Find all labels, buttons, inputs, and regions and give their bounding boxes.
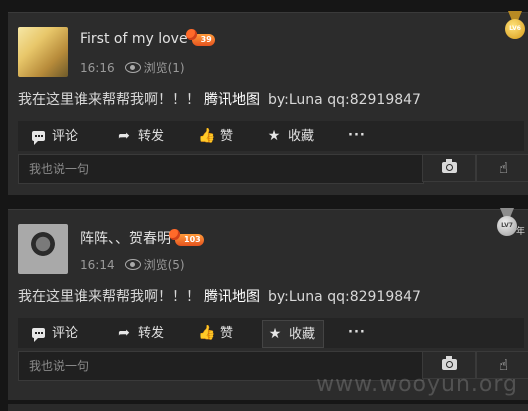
reply-input[interactable] [19, 155, 423, 183]
content-text: 我在这里谁来帮帮我啊！！！ [18, 92, 200, 108]
post-meta: 16:14 浏览(5) [80, 256, 185, 273]
like-button[interactable]: 👍 赞 [198, 121, 233, 151]
content-tail: by:Luna qq:82919847 [268, 92, 421, 108]
comment-button[interactable]: 评论 [30, 121, 78, 151]
mention-button[interactable]: ☝ [476, 154, 528, 182]
level-badge: 103 [169, 229, 204, 246]
comment-icon [30, 121, 46, 151]
post-time: 16:16 [80, 61, 115, 75]
action-bar: 评论 ➦ 转发 👍 赞 ★ 收藏 ··· [18, 318, 524, 348]
share-icon: ➦ [118, 325, 130, 341]
more-button[interactable]: ··· [348, 318, 366, 348]
next-post-edge [8, 404, 528, 411]
photo-button[interactable] [422, 154, 476, 182]
map-link[interactable]: 腾讯地图 [204, 289, 260, 305]
at-icon: ☝ [499, 159, 509, 177]
medal-year: 年 [516, 227, 526, 237]
medal-icon: LV7 年 [494, 208, 528, 240]
content-tail: by:Luna qq:82919847 [268, 289, 421, 305]
action-bar: 评论 ➦ 转发 👍 赞 ★ 收藏 ··· [18, 121, 524, 151]
post-meta: 16:16 浏览(1) [80, 59, 185, 76]
favorite-button[interactable]: ★ 收藏 [266, 121, 314, 151]
at-icon: ☝ [499, 356, 509, 374]
username-row: 阵阵、、贺春明 103 [80, 228, 204, 248]
medal-level: LV7 [497, 216, 517, 236]
map-link[interactable]: 腾讯地图 [204, 92, 260, 108]
post-time: 16:14 [80, 258, 115, 272]
camera-icon [442, 356, 457, 370]
like-icon: 👍 [198, 325, 216, 341]
more-button[interactable]: ··· [348, 121, 366, 151]
view-count: 浏览(5) [143, 258, 185, 272]
comment-button[interactable]: 评论 [30, 318, 78, 348]
view-count: 浏览(1) [143, 61, 185, 75]
share-icon: ➦ [118, 128, 130, 144]
share-button[interactable]: ➦ 转发 [116, 121, 164, 151]
username-link[interactable]: First of my love [80, 31, 188, 47]
medal-icon: LV6 [502, 11, 528, 43]
avatar[interactable] [18, 224, 68, 274]
star-icon: ★ [267, 128, 281, 144]
like-icon: 👍 [198, 128, 216, 144]
feed-post: LV6 First of my love 39 16:16 浏览(1) 我在这里谁来… [8, 11, 528, 195]
eye-icon [124, 62, 141, 73]
eye-icon [124, 259, 141, 270]
star-icon: ★ [268, 326, 282, 342]
level-badge: 39 [185, 29, 215, 46]
avatar[interactable] [18, 27, 68, 77]
content-text: 我在这里谁来帮帮我啊！！！ [18, 289, 200, 305]
like-button[interactable]: 👍 赞 [198, 318, 233, 348]
reply-box [18, 154, 424, 184]
username-link[interactable]: 阵阵、、贺春明 [80, 231, 171, 247]
share-button[interactable]: ➦ 转发 [116, 318, 164, 348]
post-content: 我在这里谁来帮帮我啊！！！ 腾讯地图 by:Luna qq:82919847 [18, 89, 421, 109]
camera-icon [442, 159, 457, 173]
favorite-button[interactable]: ★ 收藏 [262, 320, 325, 348]
username-row: First of my love 39 [80, 29, 215, 47]
post-content: 我在这里谁来帮帮我啊！！！ 腾讯地图 by:Luna qq:82919847 [18, 286, 421, 306]
medal-level: LV6 [505, 19, 525, 39]
comment-icon [30, 318, 46, 348]
watermark: www.wooyun.org [316, 372, 518, 397]
